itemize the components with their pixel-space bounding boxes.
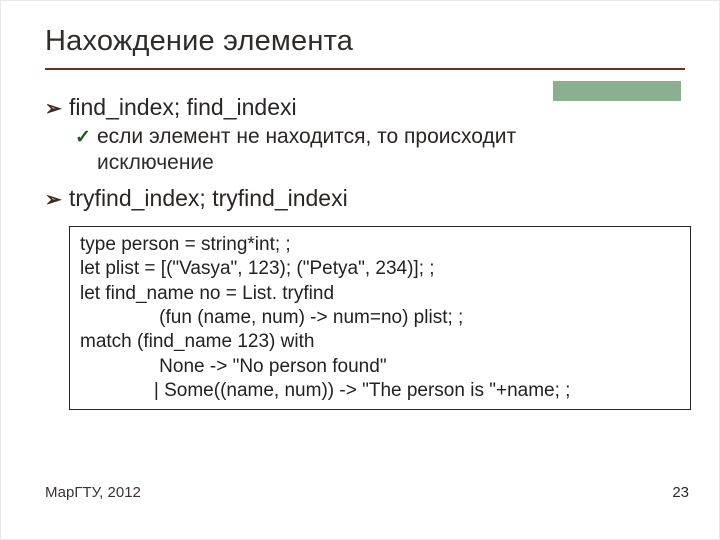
code-line: (fun (name, num) -> num=no) plist; ; — [80, 306, 680, 330]
content-area: ➢ find_index; find_indexi ✓ если элемент… — [45, 94, 689, 410]
code-line: let find_name no = List. tryfind — [80, 282, 680, 306]
bullet-text: если элемент не находится, то происходит — [97, 125, 516, 149]
accent-bar — [553, 81, 681, 101]
page-number: 23 — [672, 484, 689, 501]
title-underline — [45, 68, 685, 70]
bullet-text: find_index; find_indexi — [69, 94, 297, 121]
arrow-icon: ➢ — [45, 96, 69, 121]
bullet-text: tryfind_index; tryfind_indexi — [69, 185, 348, 212]
slide-title: Нахождение элемента — [45, 25, 689, 58]
bullet-level1: ➢ tryfind_index; tryfind_indexi — [45, 185, 689, 212]
code-line: type person = string*int; ; — [80, 233, 680, 257]
code-line: None -> "No person found" — [80, 355, 680, 379]
arrow-icon: ➢ — [45, 187, 69, 212]
code-line: let plist = [("Vasya", 123); ("Petya", 2… — [80, 257, 680, 281]
code-line: match (find_name 123) with — [80, 330, 680, 354]
bullet-level2: ✓ если элемент не находится, то происход… — [75, 125, 689, 149]
footer: МарГТУ, 2012 23 — [45, 484, 689, 501]
slide: Нахождение элемента ➢ find_index; find_i… — [0, 0, 720, 540]
code-block: type person = string*int; ; let plist = … — [69, 226, 691, 410]
check-icon: ✓ — [75, 126, 97, 149]
footer-org: МарГТУ, 2012 — [45, 484, 141, 501]
code-line: | Some((name, num)) -> "The person is "+… — [80, 379, 680, 403]
bullet-continuation: исключение — [97, 151, 689, 175]
